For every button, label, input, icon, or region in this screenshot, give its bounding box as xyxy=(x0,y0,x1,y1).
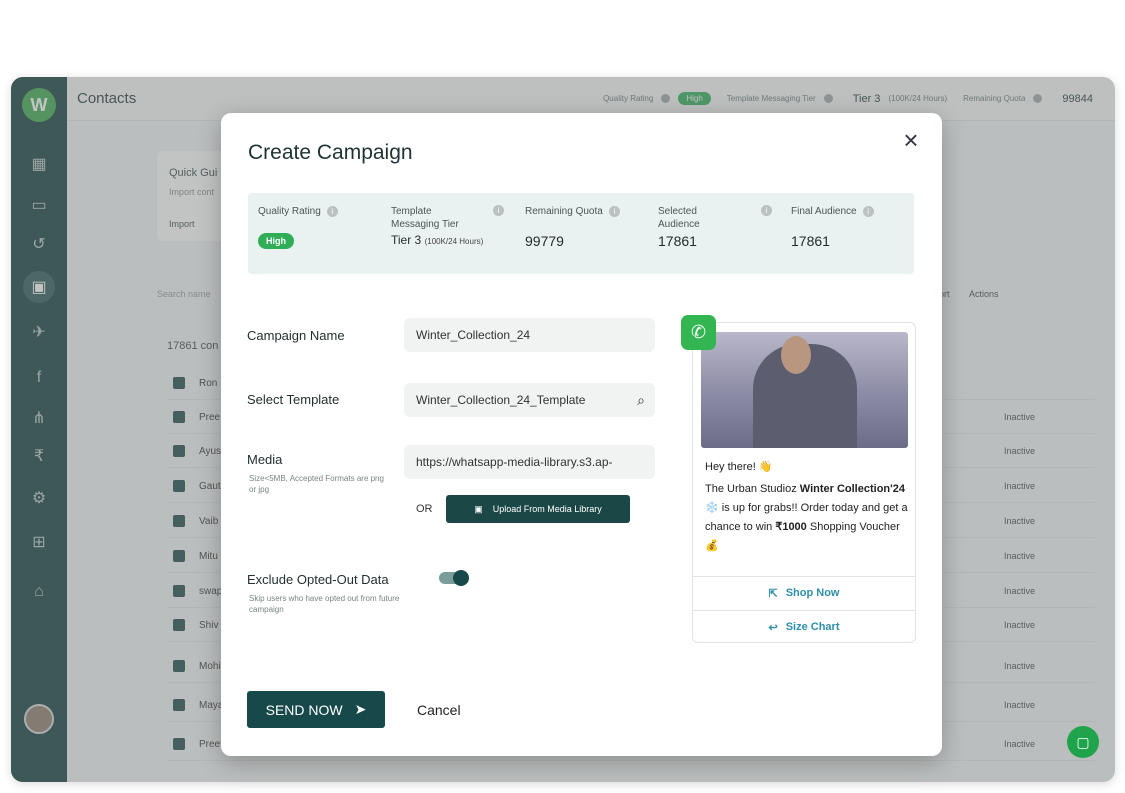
stat-selected-label: Selected Audience xyxy=(658,206,700,230)
stat-tier-label: Template Messaging Tier xyxy=(391,206,459,230)
template-label: Select Template xyxy=(247,392,340,407)
face-shape xyxy=(781,336,811,374)
exclude-hint: Skip users who have opted out from futur… xyxy=(249,594,400,614)
chat-support-icon[interactable]: ▢ xyxy=(1067,726,1099,758)
send-icon: ➤ xyxy=(354,701,367,717)
close-icon[interactable]: × xyxy=(900,127,922,153)
preview-greeting: Hey there! 👋 xyxy=(705,461,773,473)
media-label: Media xyxy=(247,452,283,467)
info-icon[interactable]: i xyxy=(608,205,620,217)
stat-final-label: Final Audience xyxy=(791,206,857,217)
template-value: Winter_Collection_24_Template xyxy=(416,393,586,407)
external-link-icon: ⇱ xyxy=(768,587,778,600)
toggle-knob xyxy=(453,570,469,586)
media-hint: Size<5MB, Accepted Formats are png or jp… xyxy=(249,474,384,494)
template-preview: Hey there! 👋 The Urban Studioz Winter Co… xyxy=(692,322,916,643)
send-now-label: SEND NOW xyxy=(265,701,343,718)
stat-selected: Selected Audience i xyxy=(658,205,772,231)
media-url-input[interactable]: https://whatsapp-media-library.s3.ap- xyxy=(404,445,655,479)
campaign-name-input[interactable]: Winter_Collection_24 xyxy=(404,318,655,352)
cancel-button[interactable]: Cancel xyxy=(417,702,461,718)
shop-now-button[interactable]: ⇱ Shop Now xyxy=(693,576,915,609)
quality-badge: High xyxy=(258,233,294,249)
stat-selected-value: 17861 xyxy=(658,233,697,249)
info-icon[interactable]: i xyxy=(862,205,874,217)
send-now-button[interactable]: SEND NOW ➤ xyxy=(247,691,385,728)
stat-quota: Remaining Quota i xyxy=(525,205,645,218)
search-icon[interactable]: ⌕ xyxy=(637,383,645,417)
campaign-stats: Quality Rating i High Template Messaging … xyxy=(248,193,914,274)
info-icon[interactable]: i xyxy=(761,205,772,216)
info-icon[interactable]: i xyxy=(326,205,338,217)
size-chart-label: Size Chart xyxy=(785,621,840,633)
stat-quality-label: Quality Rating xyxy=(258,206,321,217)
exclude-toggle[interactable] xyxy=(439,570,469,586)
folder-icon: ▣ xyxy=(474,503,483,514)
or-divider: OR xyxy=(416,503,433,515)
upload-media-button[interactable]: ▣ Upload From Media Library xyxy=(446,495,630,523)
stat-final: Final Audience i xyxy=(791,205,911,218)
reply-icon: ↩ xyxy=(768,621,778,634)
stat-tier: Template Messaging Tier i xyxy=(391,205,504,231)
shop-now-label: Shop Now xyxy=(785,587,840,599)
preview-message: The Urban Studioz Winter Collection'24 ❄… xyxy=(705,483,908,552)
template-select[interactable]: Winter_Collection_24_Template ⌕ xyxy=(404,383,655,417)
exclude-label: Exclude Opted-Out Data xyxy=(247,572,389,587)
campaign-name-label: Campaign Name xyxy=(247,328,345,343)
size-chart-button[interactable]: ↩ Size Chart xyxy=(693,610,915,643)
whatsapp-icon: ✆ xyxy=(681,315,716,350)
stat-quota-value: 99779 xyxy=(525,233,564,249)
stat-tier-value: Tier 3 (100K/24 Hours) xyxy=(391,233,484,247)
upload-media-label: Upload From Media Library xyxy=(492,504,602,514)
preview-image xyxy=(701,332,908,448)
stat-quota-label: Remaining Quota xyxy=(525,206,603,217)
stat-final-value: 17861 xyxy=(791,233,830,249)
create-campaign-modal: Create Campaign × Quality Rating i High T… xyxy=(221,113,942,756)
modal-title: Create Campaign xyxy=(248,141,413,164)
info-icon[interactable]: i xyxy=(493,205,504,216)
stat-quality: Quality Rating i xyxy=(258,205,378,218)
